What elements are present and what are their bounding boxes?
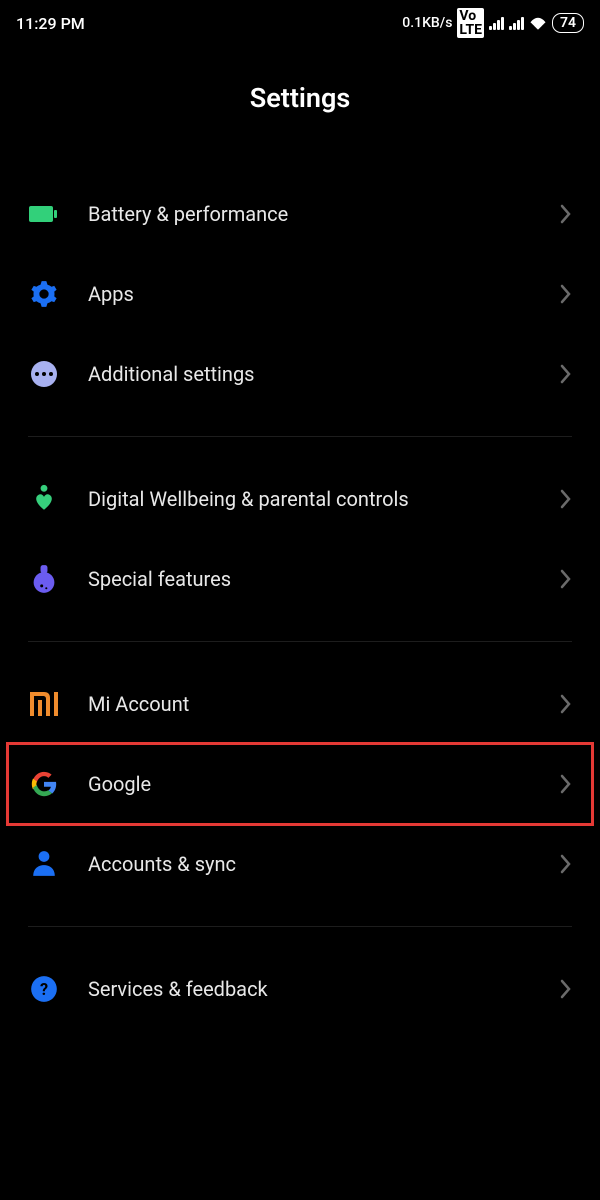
chevron-right-icon: [560, 569, 572, 589]
divider: [28, 926, 572, 927]
row-label: Additional settings: [88, 361, 532, 388]
divider: [28, 641, 572, 642]
row-label: Google: [88, 771, 532, 798]
settings-row-mi-account[interactable]: Mi Account: [18, 664, 582, 744]
settings-list: Battery & performance Apps Additional se…: [0, 174, 600, 1029]
row-label: Digital Wellbeing & parental controls: [88, 486, 532, 513]
row-label: Special features: [88, 566, 532, 593]
svg-text:?: ?: [40, 980, 48, 999]
row-label: Battery & performance: [88, 201, 532, 228]
page-title: Settings: [0, 82, 600, 114]
chevron-right-icon: [560, 489, 572, 509]
gear-icon: [28, 278, 60, 310]
flask-icon: [28, 563, 60, 595]
settings-row-additional-settings[interactable]: Additional settings: [18, 334, 582, 414]
settings-row-special-features[interactable]: Special features: [18, 539, 582, 619]
chevron-right-icon: [560, 204, 572, 224]
network-speed: 0.1KB/s: [402, 15, 452, 31]
volte-badge: VoLTE: [457, 8, 484, 38]
battery-indicator: 74: [552, 13, 584, 33]
row-label: Services & feedback: [88, 976, 532, 1003]
signal-icon: [489, 17, 504, 30]
battery-icon: [28, 198, 60, 230]
settings-row-apps[interactable]: Apps: [18, 254, 582, 334]
status-time: 11:29 PM: [16, 14, 85, 33]
row-label: Accounts & sync: [88, 851, 532, 878]
wifi-icon: [529, 16, 547, 30]
chevron-right-icon: [560, 979, 572, 999]
chevron-right-icon: [560, 694, 572, 714]
page-header: Settings: [0, 46, 600, 174]
signal-icon-2: [509, 17, 524, 30]
mi-logo-icon: [28, 688, 60, 720]
ellipsis-icon: [28, 358, 60, 390]
divider: [28, 436, 572, 437]
settings-row-services-feedback[interactable]: ? Services & feedback: [18, 949, 582, 1029]
settings-row-google[interactable]: Google: [8, 744, 592, 824]
help-icon: ?: [28, 973, 60, 1005]
row-label: Mi Account: [88, 691, 532, 718]
person-icon: [28, 848, 60, 880]
chevron-right-icon: [560, 774, 572, 794]
google-logo-icon: [28, 768, 60, 800]
chevron-right-icon: [560, 854, 572, 874]
status-indicators: 0.1KB/s VoLTE 74: [402, 8, 584, 38]
row-label: Apps: [88, 281, 532, 308]
chevron-right-icon: [560, 284, 572, 304]
settings-row-battery-performance[interactable]: Battery & performance: [18, 174, 582, 254]
status-bar: 11:29 PM 0.1KB/s VoLTE 74: [0, 0, 600, 46]
heart-person-icon: [28, 483, 60, 515]
settings-row-accounts-sync[interactable]: Accounts & sync: [18, 824, 582, 904]
settings-row-digital-wellbeing[interactable]: Digital Wellbeing & parental controls: [18, 459, 582, 539]
chevron-right-icon: [560, 364, 572, 384]
